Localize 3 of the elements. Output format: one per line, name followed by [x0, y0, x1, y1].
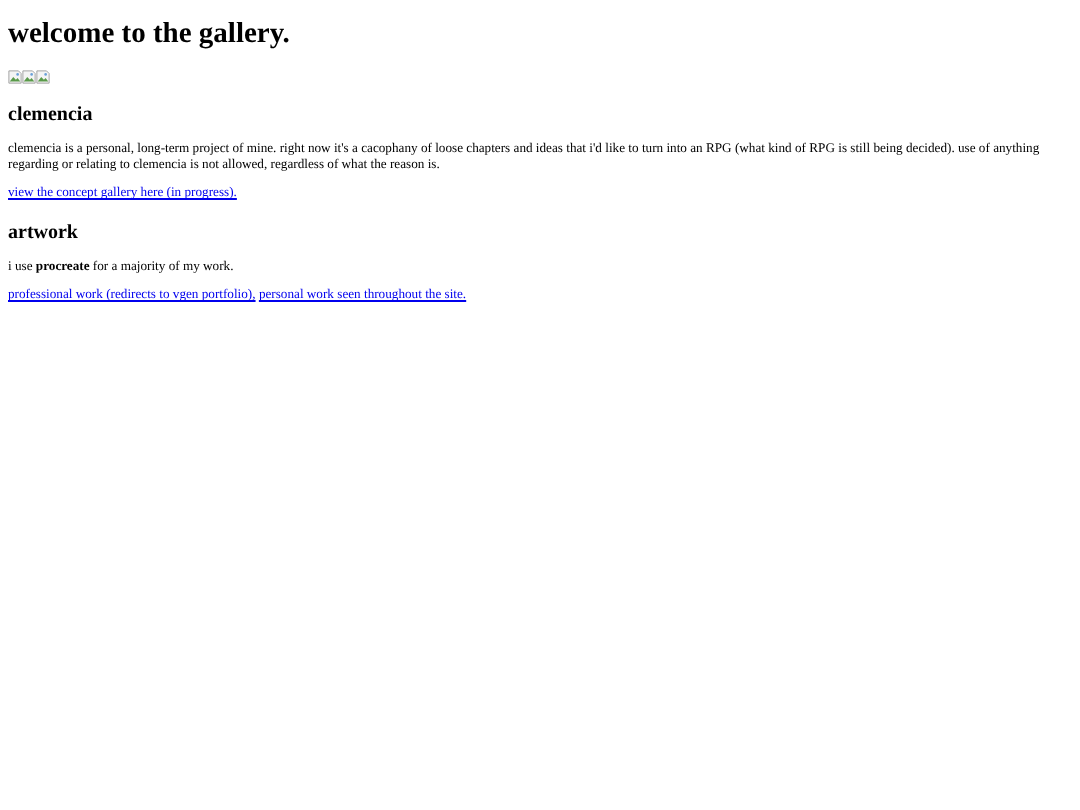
section-heading: artwork — [8, 221, 80, 244]
section-heading: clemencia — [8, 103, 95, 126]
page-title: welcome to the gallery. — [8, 20, 292, 52]
